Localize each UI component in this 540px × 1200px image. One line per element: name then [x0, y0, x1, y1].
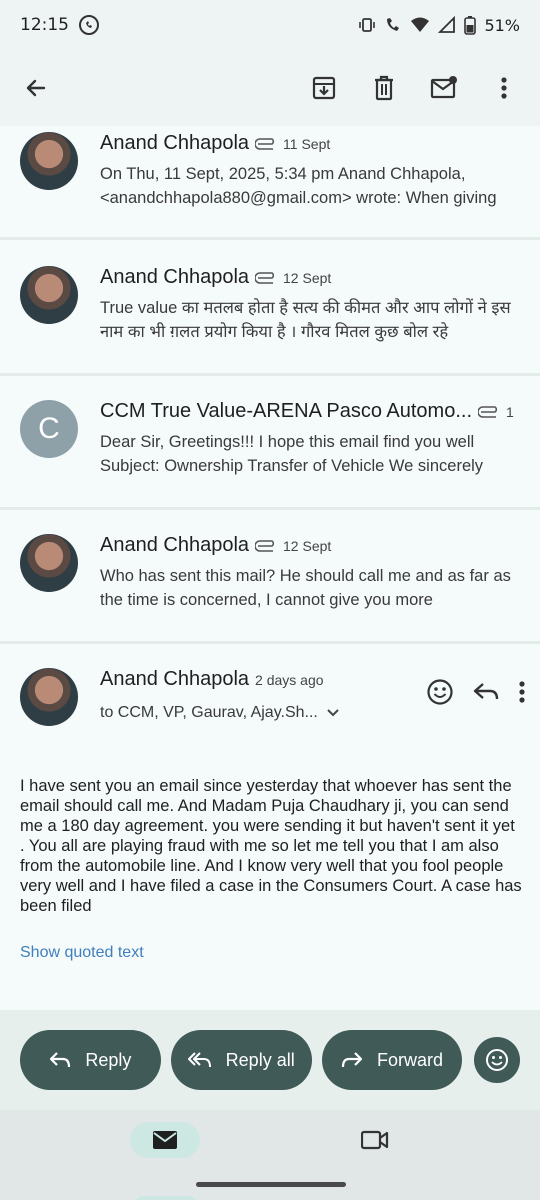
vibrate-icon [358, 16, 376, 34]
sender-name: CCM True Value-ARENA Pasco Automo... [100, 400, 473, 422]
trash-icon [375, 75, 393, 101]
avatar: C [20, 400, 78, 458]
message-body: I have sent you an email since yesterday… [20, 777, 522, 915]
arrow-back-icon [26, 79, 46, 97]
message-date: 11 Sept [283, 135, 331, 152]
chevron-down-icon [327, 709, 339, 717]
reply-icon [50, 1052, 71, 1068]
attachment-icon [255, 539, 275, 552]
collapsed-message[interactable]: Anand Chhapola 12 Sept Who has sent this… [0, 510, 540, 644]
reply-label: Reply [85, 1049, 132, 1070]
status-icons: 51% [358, 15, 520, 35]
sender-name: Anand Chhapola [100, 266, 250, 288]
mail-unread-icon [430, 76, 457, 99]
mail-icon [153, 1131, 177, 1149]
nav-indicator [136, 1196, 196, 1200]
avatar [20, 132, 78, 190]
message-snippet: True value का मतलब होता है सत्य की कीमत … [100, 299, 511, 341]
message-snippet: Who has sent this mail? He should call m… [100, 567, 511, 609]
forward-icon [341, 1052, 363, 1068]
expanded-message: Anand Chhapola 2 days ago to CCM, VP, Ga… [0, 644, 540, 1010]
wifi-calling-icon [384, 16, 402, 34]
reply-icon-button[interactable] [472, 680, 500, 708]
mark-unread-button[interactable] [422, 66, 466, 110]
avatar [20, 534, 78, 592]
gesture-handle[interactable] [196, 1182, 346, 1187]
status-bar: 12:15 51% [0, 0, 540, 50]
nav-meet-tab[interactable] [340, 1122, 410, 1158]
wifi-icon [410, 16, 430, 34]
sender-name: Anand Chhapola [100, 132, 250, 154]
reply-button[interactable]: Reply [20, 1030, 161, 1090]
message-more-button[interactable] [518, 680, 526, 708]
bottom-navigation [0, 1110, 540, 1200]
forward-label: Forward [376, 1049, 443, 1070]
forward-button[interactable]: Forward [321, 1030, 463, 1090]
reply-all-button[interactable]: Reply all [170, 1030, 312, 1090]
message-date: 2 days ago [255, 671, 324, 688]
email-thread: Anand Chhapola 11 Sept On Thu, 11 Sept, … [0, 126, 540, 1010]
avatar [20, 266, 78, 324]
message-snippet: On Thu, 11 Sept, 2025, 5:34 pm Anand Chh… [100, 165, 497, 207]
message-date: 12 Sept [283, 537, 332, 554]
emoji-icon [486, 1049, 509, 1071]
archive-icon [312, 76, 336, 100]
recipients-toggle[interactable]: to CCM, VP, Gaurav, Ajay.Sh... [100, 704, 340, 722]
reply-actions-bar: Reply Reply all Forward [0, 1010, 540, 1110]
back-button[interactable] [14, 66, 58, 110]
nav-mail-tab[interactable] [130, 1122, 200, 1158]
react-emoji-button[interactable] [426, 678, 454, 710]
recipients-text: to CCM, VP, Gaurav, Ajay.Sh... [100, 704, 318, 721]
message-date: 12 Sept [283, 269, 332, 286]
video-camera-icon [361, 1130, 389, 1150]
signal-icon [438, 16, 456, 34]
delete-button[interactable] [362, 66, 406, 110]
emoji-react-button[interactable] [474, 1037, 520, 1083]
status-time: 12:15 [20, 15, 69, 35]
archive-button[interactable] [302, 66, 346, 110]
message-date: 1 [506, 403, 514, 420]
more-vert-icon [501, 77, 507, 99]
attachment-icon [255, 137, 275, 150]
collapsed-message[interactable]: Anand Chhapola 12 Sept True value का मतल… [0, 240, 540, 376]
reply-all-icon [187, 1052, 211, 1068]
collapsed-message[interactable]: C CCM True Value-ARENA Pasco Automo... 1… [0, 376, 540, 510]
attachment-icon [255, 271, 275, 284]
more-options-button[interactable] [482, 66, 526, 110]
avatar [20, 668, 78, 726]
reply-all-label: Reply all [225, 1049, 295, 1070]
battery-percent: 51% [484, 15, 520, 35]
reply-icon [473, 683, 499, 700]
emoji-icon [427, 679, 453, 705]
message-snippet: Dear Sir, Greetings!!! I hope this email… [100, 433, 484, 475]
top-app-bar [0, 50, 540, 126]
sender-name: Anand Chhapola [100, 534, 250, 556]
collapsed-message[interactable]: Anand Chhapola 11 Sept On Thu, 11 Sept, … [0, 126, 540, 240]
show-quoted-text-link[interactable]: Show quoted text [20, 944, 144, 962]
battery-icon [464, 15, 477, 35]
sender-name: Anand Chhapola [100, 668, 250, 690]
attachment-icon [478, 405, 498, 418]
whatsapp-notification-icon [79, 15, 99, 35]
more-vert-icon [519, 681, 525, 703]
